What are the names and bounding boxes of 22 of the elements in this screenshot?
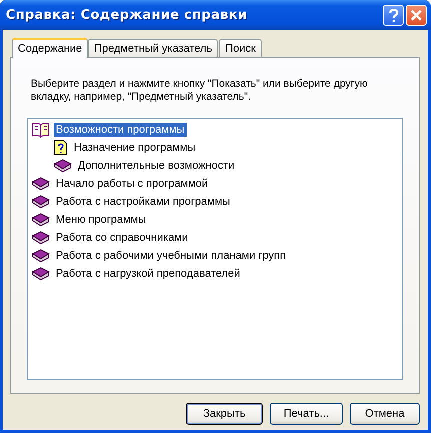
dialog-button[interactable]: Печать... [270,403,343,425]
help-button[interactable] [383,4,404,26]
tab[interactable]: Содержание [12,38,88,58]
tab[interactable]: Предметный указатель [88,39,218,57]
dialog-button[interactable]: Отмена [350,403,420,425]
tree-item[interactable]: Работа с нагрузкой преподавателей [54,267,242,281]
close-icon [411,10,422,20]
dialog-button[interactable]: Закрыть [186,403,263,425]
tab[interactable]: Поиск [219,39,262,57]
tree-item[interactable]: Начало работы с программой [54,177,210,191]
tree-item[interactable]: Возможности программы [54,123,187,137]
window-title: Справка: Содержание справки [6,8,248,22]
close-button[interactable] [406,4,427,26]
instruction-text: Выберите раздел и нажмите кнопку "Показать" или выберите другую вкладку, например, "Предметный указатель". [31,78,369,104]
question-page-icon [54,140,68,156]
question-mark-icon [388,8,398,22]
tree-item[interactable]: Работа с настройками программы [54,195,232,209]
tree-item[interactable]: Работа с рабочими учебными планами групп [54,249,288,263]
tree-item[interactable]: Назначение программы [72,141,198,155]
tree-item[interactable]: Меню программы [54,213,148,227]
tree-item[interactable]: Работа со справочниками [54,231,190,245]
tree-item[interactable]: Дополнительные возможности [76,159,237,173]
